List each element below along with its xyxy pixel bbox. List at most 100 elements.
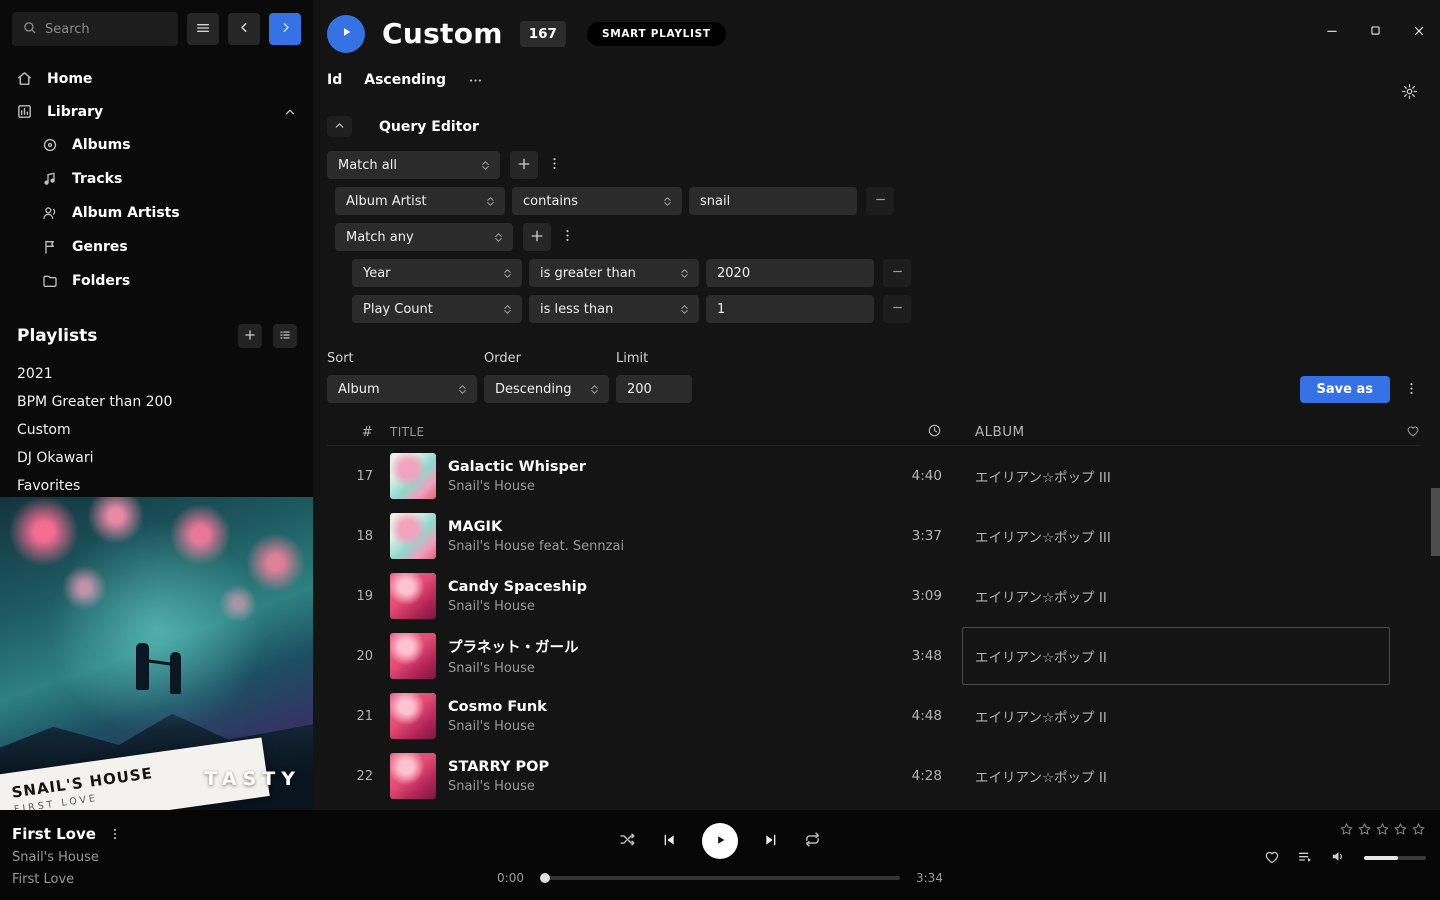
previous-track-button[interactable] (661, 832, 677, 851)
seek-knob[interactable] (540, 873, 550, 883)
minus-icon (890, 264, 905, 282)
volume-slider[interactable] (1364, 856, 1426, 860)
track-album: エイリアン☆ポップ II (975, 706, 1390, 726)
table-row-selected[interactable]: 20 プラネット・ガール Snail's House 3:48 エイリアン☆ポッ… (327, 626, 1420, 686)
sort-select[interactable]: Album (327, 375, 477, 403)
minus-icon (873, 192, 888, 210)
track-album: エイリアン☆ポップ III (975, 466, 1390, 486)
track-number: 18 (327, 529, 373, 544)
search-input-wrapper[interactable] (12, 12, 178, 46)
add-playlist-button[interactable] (238, 324, 262, 348)
rule-menu-button[interactable] (545, 156, 563, 174)
playlist-item[interactable]: BPM Greater than 200 (0, 388, 313, 416)
playlist-list-button[interactable] (273, 324, 297, 348)
play-pause-button[interactable] (702, 823, 738, 859)
rule-field-select[interactable]: Year (352, 259, 522, 287)
plus-icon (243, 328, 257, 345)
app-window: Home Library Albums Tracks (0, 0, 1440, 900)
favorite-button[interactable] (1264, 849, 1280, 868)
save-menu-button[interactable] (1402, 381, 1420, 399)
sidebar-item-genres[interactable]: Genres (0, 230, 313, 264)
now-playing-menu-button[interactable] (108, 827, 122, 841)
repeat-button[interactable] (804, 831, 821, 851)
sort-direction-button[interactable]: Ascending (364, 72, 446, 88)
close-button[interactable] (1412, 24, 1426, 38)
sidebar-item-home[interactable]: Home (0, 62, 313, 95)
select-caret-icon (678, 303, 691, 316)
volume-button[interactable] (1330, 848, 1347, 868)
rule-field-select[interactable]: Play Count (352, 295, 522, 323)
query-editor-header: Query Editor (327, 116, 1420, 137)
shuffle-button[interactable] (619, 831, 636, 851)
playlist-item[interactable]: Favorites (0, 472, 313, 500)
scrollbar-thumb[interactable] (1431, 488, 1440, 556)
sidebar-item-albums[interactable]: Albums (0, 128, 313, 162)
now-playing-artwork[interactable]: SNAIL'S HOUSE FIRST LOVE TASTY (0, 497, 313, 810)
track-duration: 4:40 (857, 468, 942, 484)
settings-gear-icon[interactable] (1401, 83, 1418, 100)
track-album: エイリアン☆ポップ II (975, 766, 1390, 786)
sidebar-item-library[interactable]: Library (0, 95, 313, 128)
queue-button[interactable] (1297, 849, 1313, 868)
playlist-item[interactable]: 2021 (0, 360, 313, 388)
limit-label: Limit (616, 351, 692, 366)
rule-field-select[interactable]: Album Artist (335, 187, 505, 215)
sort-field-button[interactable]: Id (327, 72, 342, 88)
remove-rule-button[interactable] (883, 259, 911, 287)
sort-more-button[interactable] (468, 73, 483, 88)
sidebar-item-album-artists[interactable]: Album Artists (0, 196, 313, 230)
star-icon[interactable] (1357, 822, 1372, 837)
header-duration[interactable] (857, 423, 942, 442)
rule-operator-select[interactable]: is less than (529, 295, 699, 323)
table-row[interactable]: 21 Cosmo Funk Snail's House 4:48 エイリアン☆ポ… (327, 686, 1420, 746)
save-as-button[interactable]: Save as (1300, 376, 1390, 403)
remove-rule-button[interactable] (866, 187, 894, 215)
header-index[interactable]: # (327, 425, 373, 440)
menu-button[interactable] (187, 13, 219, 45)
rule-value-input[interactable] (706, 295, 874, 323)
track-artist: Snail's House (448, 779, 857, 794)
rule-value-input[interactable] (706, 259, 874, 287)
content-area: Home Library Albums Tracks (0, 0, 1440, 810)
header-favorite[interactable] (1390, 424, 1420, 441)
play-playlist-button[interactable] (327, 15, 365, 53)
rule-operator-select[interactable]: contains (512, 187, 682, 215)
star-icon[interactable] (1375, 822, 1390, 837)
chevron-up-icon[interactable] (283, 105, 297, 119)
maximize-button[interactable] (1369, 24, 1382, 38)
add-group-rule-button[interactable] (523, 223, 551, 251)
nav-forward-button[interactable] (269, 13, 301, 45)
table-row[interactable]: 19 Candy Spaceship Snail's House 3:09 エイ… (327, 566, 1420, 626)
header-title[interactable]: TITLE (390, 425, 857, 439)
playlist-item[interactable]: Custom (0, 416, 313, 444)
table-row[interactable]: 17 Galactic Whisper Snail's House 4:40 エ… (327, 446, 1420, 506)
nav-back-button[interactable] (228, 13, 260, 45)
header-album[interactable]: ALBUM (975, 424, 1390, 440)
now-playing-artist: Snail's House (12, 850, 122, 865)
focused-album-cell[interactable]: エイリアン☆ポップ II (962, 627, 1390, 685)
table-row[interactable]: 18 MAGIK Snail's House feat. Sennzai 3:3… (327, 506, 1420, 566)
search-input[interactable] (45, 22, 168, 37)
star-icon[interactable] (1411, 822, 1426, 837)
dots-vertical-icon (547, 156, 562, 174)
query-editor-collapse-button[interactable] (327, 116, 352, 137)
star-icon[interactable] (1339, 822, 1354, 837)
match-any-select[interactable]: Match any (335, 223, 513, 251)
seek-bar[interactable] (540, 876, 900, 880)
sidebar-item-tracks[interactable]: Tracks (0, 162, 313, 196)
limit-input[interactable] (616, 375, 692, 403)
order-select[interactable]: Descending (484, 375, 609, 403)
sidebar-item-folders[interactable]: Folders (0, 264, 313, 298)
minimize-button[interactable] (1325, 24, 1339, 38)
playlist-item[interactable]: DJ Okawari (0, 444, 313, 472)
add-rule-button[interactable] (510, 151, 538, 179)
next-track-button[interactable] (763, 832, 779, 851)
match-all-select[interactable]: Match all (327, 151, 500, 179)
group-menu-button[interactable] (558, 228, 576, 246)
rule-operator-select[interactable]: is greater than (529, 259, 699, 287)
star-icon[interactable] (1393, 822, 1408, 837)
table-row[interactable]: 22 STARRY POP Snail's House 4:28 エイリアン☆ポ… (327, 746, 1420, 806)
query-rule-row: Year is greater than (352, 259, 1420, 287)
rule-value-input[interactable] (689, 187, 857, 215)
remove-rule-button[interactable] (883, 295, 911, 323)
